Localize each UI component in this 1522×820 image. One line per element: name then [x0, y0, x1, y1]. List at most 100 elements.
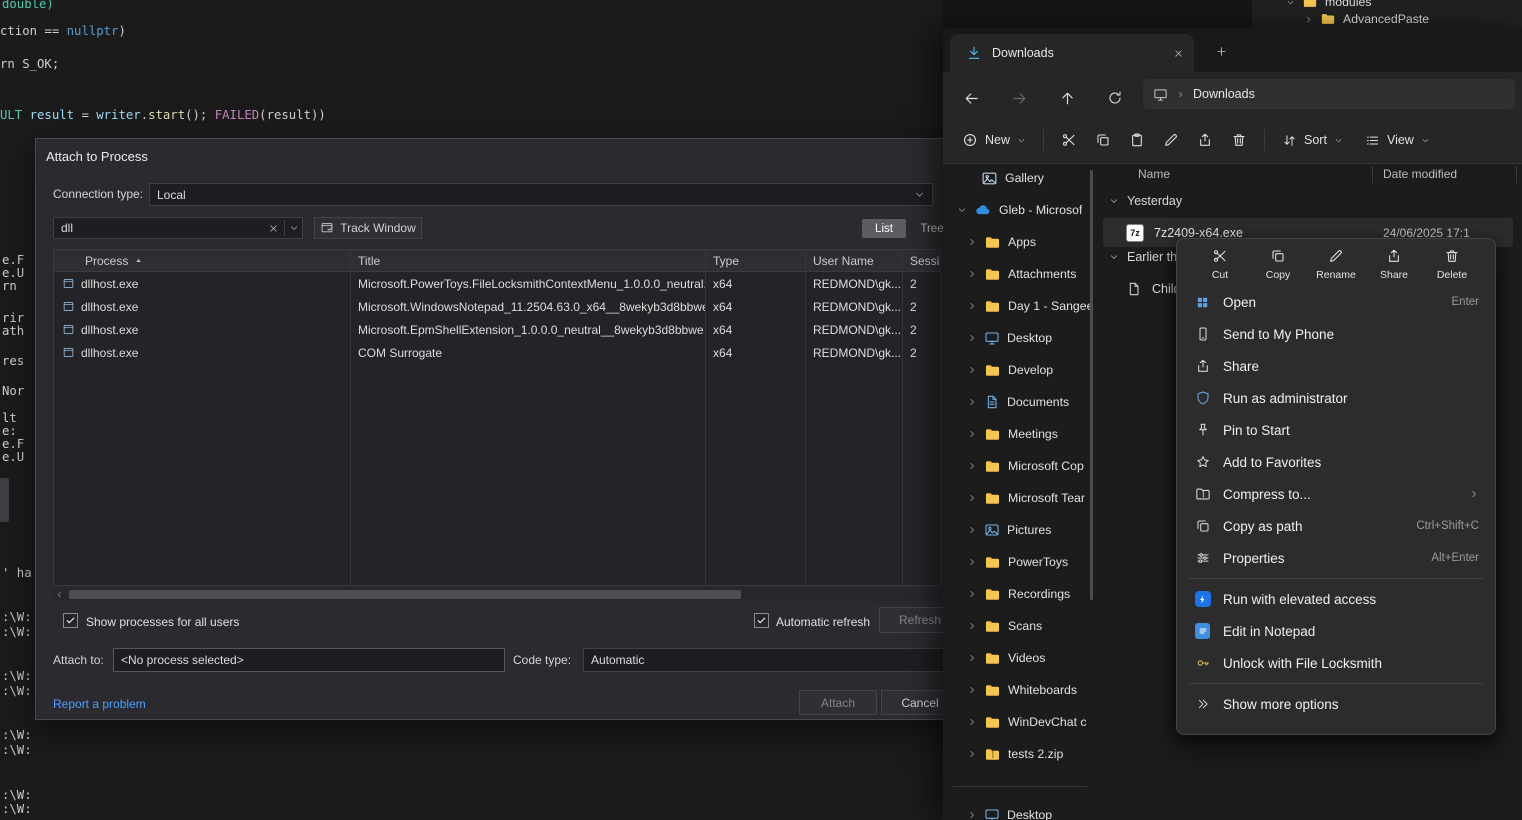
- chevron-down-icon: [957, 205, 967, 215]
- up-button[interactable]: [1050, 81, 1084, 115]
- cut-button[interactable]: Cut: [1197, 248, 1243, 281]
- up-arrow-icon: [1059, 90, 1076, 107]
- chevron-down-icon[interactable]: [289, 223, 299, 233]
- column-header-session[interactable]: Session: [902, 254, 940, 268]
- clear-filter-icon[interactable]: [268, 223, 279, 234]
- process-row[interactable]: dllhost.exe Microsoft.PowerToys.FileLock…: [54, 272, 940, 295]
- column-header-type[interactable]: Type: [705, 254, 805, 268]
- refresh-button[interactable]: [1098, 81, 1132, 115]
- view-list-toggle[interactable]: List: [862, 219, 906, 238]
- sidebar-item-attachments[interactable]: Attachments: [943, 258, 1095, 290]
- share-button[interactable]: [1188, 126, 1222, 154]
- process-row[interactable]: dllhost.exe COM Surrogate x64 REDMOND\gk…: [54, 341, 940, 364]
- forward-button[interactable]: [1002, 81, 1036, 115]
- sidebar-item-documents[interactable]: Documents: [943, 386, 1095, 418]
- menu-item-add-to-favorites[interactable]: Add to Favorites: [1181, 446, 1491, 478]
- connection-type-dropdown[interactable]: Local: [149, 183, 933, 206]
- column-header-user[interactable]: User Name: [805, 254, 902, 268]
- column-divider[interactable]: [1516, 166, 1517, 183]
- menu-item-pin-to-start[interactable]: Pin to Start: [1181, 414, 1491, 446]
- file-row-childl[interactable]: Childl: [1126, 275, 1183, 303]
- menu-item-send-to-my-phone[interactable]: Send to My Phone: [1181, 318, 1491, 350]
- menu-item-share[interactable]: Share: [1181, 350, 1491, 382]
- tree-item-advancedpaste[interactable]: AdvancedPaste: [1304, 8, 1429, 28]
- tab-downloads[interactable]: Downloads: [950, 34, 1194, 72]
- delete-button[interactable]: [1222, 126, 1256, 154]
- menu-item-run-with-elevated-access[interactable]: Run with elevated access: [1181, 583, 1491, 615]
- address-bar[interactable]: Downloads: [1143, 79, 1515, 109]
- menu-item-properties[interactable]: PropertiesAlt+Enter: [1181, 542, 1491, 574]
- column-label: Session: [910, 254, 940, 268]
- sidebar-item-scans[interactable]: Scans: [943, 610, 1095, 642]
- show-all-users-checkbox[interactable]: [63, 613, 78, 628]
- chevron-right-icon: [967, 653, 977, 663]
- sidebar-scrollbar[interactable]: [1090, 170, 1093, 600]
- scroll-left-icon[interactable]: [55, 590, 64, 599]
- sidebar-item-meetings[interactable]: Meetings: [943, 418, 1095, 450]
- sidebar-item-videos[interactable]: Videos: [943, 642, 1095, 674]
- notepad-icon: [1194, 623, 1211, 640]
- sidebar-item-label: Apps: [1008, 235, 1036, 249]
- menu-item-open[interactable]: OpenEnter: [1181, 286, 1491, 318]
- process-row[interactable]: dllhost.exe Microsoft.WindowsNotepad_11.…: [54, 295, 940, 318]
- close-tab-icon[interactable]: [1173, 48, 1184, 59]
- shield-icon: [1194, 390, 1211, 407]
- column-divider[interactable]: [1372, 166, 1373, 183]
- new-tab-button[interactable]: [1207, 40, 1235, 62]
- process-filter-input[interactable]: dll: [53, 217, 303, 239]
- column-header-date-modified[interactable]: Date modified: [1383, 167, 1457, 181]
- copy-button[interactable]: [1086, 126, 1120, 154]
- sidebar-item-develop[interactable]: Develop: [943, 354, 1095, 386]
- process-row[interactable]: dllhost.exe Microsoft.EpmShellExtension_…: [54, 318, 940, 341]
- track-window-button[interactable]: Track Window: [314, 217, 422, 239]
- rename-button[interactable]: [1154, 126, 1188, 154]
- tree-item-label: AdvancedPaste: [1343, 12, 1429, 26]
- back-button[interactable]: [954, 81, 988, 115]
- delete-button[interactable]: Delete: [1429, 248, 1475, 281]
- cut-button[interactable]: [1052, 126, 1086, 154]
- sidebar-item-day1[interactable]: Day 1 - Sangee: [943, 290, 1095, 322]
- sidebar-item-microsoft-cop[interactable]: Microsoft Cop: [943, 450, 1095, 482]
- sidebar-item-microsoft-tear[interactable]: Microsoft Tear: [943, 482, 1095, 514]
- column-header-name[interactable]: Name: [1138, 167, 1170, 181]
- share-button[interactable]: Share: [1371, 248, 1417, 281]
- sidebar-item-recordings[interactable]: Recordings: [943, 578, 1095, 610]
- new-button[interactable]: New: [953, 126, 1035, 154]
- copy-button[interactable]: Copy: [1255, 248, 1301, 281]
- paste-button[interactable]: [1120, 126, 1154, 154]
- rename-button[interactable]: Rename: [1313, 248, 1359, 281]
- menu-item-compress-to[interactable]: Compress to...: [1181, 478, 1491, 510]
- sidebar-item-tests2zip[interactable]: tests 2.zip: [943, 738, 1095, 770]
- download-icon: [966, 45, 982, 61]
- scrollbar-thumb[interactable]: [69, 590, 741, 599]
- report-a-problem-link[interactable]: Report a problem: [53, 697, 146, 711]
- sidebar-item-pictures[interactable]: Pictures: [943, 514, 1095, 546]
- attach-button[interactable]: Attach: [799, 690, 877, 715]
- menu-item-copy-as-path[interactable]: Copy as pathCtrl+Shift+C: [1181, 510, 1491, 542]
- chevron-right-icon: [967, 333, 977, 343]
- column-header-title[interactable]: Title: [350, 254, 705, 268]
- sidebar-item-whiteboards[interactable]: Whiteboards: [943, 674, 1095, 706]
- menu-item-run-as-administrator[interactable]: Run as administrator: [1181, 382, 1491, 414]
- sidebar-item-windevchat[interactable]: WinDevChat c: [943, 706, 1095, 738]
- menu-item-unlock-with-file-locksmith[interactable]: Unlock with File Locksmith: [1181, 647, 1491, 679]
- sidebar-item-gallery[interactable]: Gallery: [943, 162, 1095, 194]
- sidebar-item-onedrive[interactable]: Gleb - Microsof: [943, 194, 1095, 226]
- submenu-chevron-icon: [1469, 489, 1479, 499]
- group-header-yesterday[interactable]: Yesterday: [1109, 194, 1182, 208]
- column-header-process[interactable]: Process: [54, 254, 350, 268]
- sidebar-item-desktop[interactable]: Desktop: [943, 322, 1095, 354]
- editor-scrollbar[interactable]: [0, 478, 9, 522]
- tool-label: Rename: [1316, 269, 1356, 281]
- sidebar-item-desktop-pinned[interactable]: Desktop: [943, 799, 1095, 820]
- menu-item-edit-in-notepad[interactable]: Edit in Notepad: [1181, 615, 1491, 647]
- code-type-field[interactable]: Automatic: [583, 648, 958, 672]
- menu-item-show-more-options[interactable]: Show more options: [1181, 688, 1491, 720]
- sidebar-item-powertoys[interactable]: PowerToys: [943, 546, 1095, 578]
- sidebar-item-apps[interactable]: Apps: [943, 226, 1095, 258]
- attach-to-field[interactable]: <No process selected>: [113, 648, 505, 672]
- view-button[interactable]: View: [1356, 127, 1439, 154]
- auto-refresh-checkbox[interactable]: [754, 613, 769, 628]
- table-horizontal-scrollbar[interactable]: [53, 588, 941, 601]
- sort-button[interactable]: Sort: [1273, 127, 1352, 154]
